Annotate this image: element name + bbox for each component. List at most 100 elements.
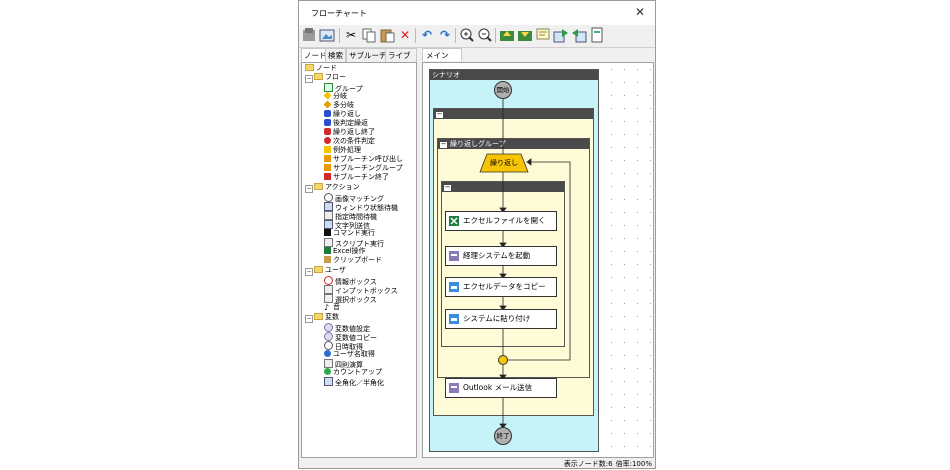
action-launch-system[interactable]: 経理システムを起動 bbox=[445, 246, 557, 266]
collapse-icon[interactable]: − bbox=[305, 75, 313, 83]
node-tree: ノード − フロー グループ 分岐 多分岐 繰り返し 後判定繰返 繰り返し終了 … bbox=[301, 62, 417, 458]
loop-icon bbox=[324, 110, 331, 117]
window-wait-icon bbox=[324, 202, 333, 211]
timer-icon bbox=[324, 211, 333, 220]
tree-item[interactable]: 次の条件判定 bbox=[324, 137, 375, 146]
loop-node-label: 繰り返し bbox=[490, 159, 518, 167]
tree-item[interactable]: ♪ 音 bbox=[324, 303, 340, 312]
tree-item[interactable]: 全角化／半角化 bbox=[324, 377, 384, 387]
copy-icon[interactable] bbox=[361, 27, 377, 43]
action-open-excel[interactable]: エクセルファイルを開く bbox=[445, 211, 557, 231]
group-icon bbox=[324, 83, 333, 92]
folder-icon bbox=[314, 313, 323, 320]
tab-main[interactable]: メイン bbox=[422, 48, 462, 61]
redo-icon[interactable]: ↷ bbox=[437, 27, 453, 43]
text-send-icon bbox=[324, 220, 333, 229]
variable-set-icon bbox=[324, 323, 333, 332]
undo-icon[interactable]: ↶ bbox=[419, 27, 435, 43]
tree-item[interactable]: サブルーチン呼び出し bbox=[324, 155, 403, 164]
tree-folder-user[interactable]: ユーザ bbox=[314, 266, 346, 275]
end-node[interactable]: 終了 bbox=[494, 427, 512, 445]
count-up-icon bbox=[324, 368, 331, 375]
open-icon[interactable] bbox=[319, 27, 335, 43]
post-loop-icon bbox=[324, 119, 331, 126]
new-icon[interactable] bbox=[301, 27, 317, 43]
collapse-icon[interactable]: − bbox=[305, 185, 313, 193]
tree-item[interactable]: 多分岐 bbox=[323, 100, 354, 110]
tree-item[interactable]: コマンド実行 bbox=[324, 229, 375, 238]
tree-item[interactable]: 日時取得 bbox=[324, 341, 363, 351]
tree-item[interactable]: カウントアップ bbox=[324, 368, 382, 377]
image-match-icon bbox=[324, 193, 333, 202]
script-icon bbox=[449, 251, 459, 261]
music-note-icon: ♪ bbox=[324, 303, 330, 312]
tree-item[interactable]: 変数値設定 bbox=[324, 323, 370, 333]
tree-item[interactable]: 文字列送信 bbox=[324, 220, 370, 230]
tree-item[interactable]: 後判定繰返 bbox=[324, 119, 368, 128]
subroutine-group-icon bbox=[324, 164, 331, 171]
excel-icon bbox=[449, 216, 459, 226]
tree-item[interactable]: 選択ボックス bbox=[324, 294, 377, 304]
tree-item[interactable]: 変数値コピー bbox=[324, 332, 377, 342]
select-box-icon bbox=[324, 294, 333, 303]
paste-icon[interactable] bbox=[379, 27, 395, 43]
title-bar: フローチャート ✕ bbox=[299, 1, 655, 25]
action-copy-excel-data[interactable]: エクセルデータをコピー bbox=[445, 277, 557, 297]
start-node[interactable]: 開始 bbox=[494, 81, 512, 99]
tree-item[interactable]: サブルーチン終了 bbox=[324, 173, 389, 182]
tree-item[interactable]: ウィンドウ状態待機 bbox=[324, 202, 398, 212]
tree-folder-flow[interactable]: フロー bbox=[314, 73, 346, 82]
tree-item[interactable]: Excel操作 bbox=[324, 247, 366, 256]
tree-item[interactable]: 指定時間待機 bbox=[324, 211, 377, 221]
cut-icon[interactable]: ✂ bbox=[343, 27, 359, 43]
tree-item[interactable]: 画像マッチング bbox=[324, 193, 384, 203]
folder-icon bbox=[314, 73, 323, 80]
delete-icon[interactable]: ✕ bbox=[397, 27, 413, 43]
subroutine-call-icon bbox=[324, 155, 331, 162]
script-icon bbox=[324, 238, 333, 247]
tree-item[interactable]: 繰り返し終了 bbox=[324, 128, 375, 137]
tree-root[interactable]: ノード bbox=[305, 64, 337, 73]
clock-icon bbox=[324, 341, 333, 350]
tree-item[interactable]: クリップボード bbox=[324, 256, 382, 265]
collapse-icon[interactable]: − bbox=[305, 268, 313, 276]
comment-icon[interactable] bbox=[535, 27, 551, 43]
tab-library[interactable]: ライブラリ bbox=[385, 48, 417, 73]
tree-item[interactable]: 例外処理 bbox=[324, 146, 361, 155]
node-count: 表示ノード数:6 bbox=[563, 460, 613, 468]
tree-folder-variable[interactable]: 変数 bbox=[314, 313, 339, 322]
page-icon[interactable] bbox=[589, 27, 605, 43]
tree-item[interactable]: サブルーチングループ bbox=[324, 164, 403, 173]
flow-canvas[interactable]: シナリオ − − 繰り返しグループ − 開始 終了 繰り返し エクセルファイルを… bbox=[422, 62, 654, 458]
calculator-icon bbox=[324, 359, 333, 368]
tree-item[interactable]: グループ bbox=[324, 83, 363, 93]
tree-item[interactable]: 繰り返し bbox=[324, 110, 361, 119]
window-title: フローチャート bbox=[311, 9, 367, 18]
loop-end-node[interactable] bbox=[498, 355, 508, 365]
keyboard-icon bbox=[449, 282, 459, 292]
next-condition-icon bbox=[324, 137, 331, 144]
tab-search[interactable]: 検索 bbox=[325, 48, 346, 62]
width-convert-icon bbox=[324, 377, 333, 386]
folder-icon bbox=[305, 64, 314, 71]
zoom-out-icon[interactable] bbox=[477, 27, 493, 43]
tree-item[interactable]: ユーザ名取得 bbox=[324, 350, 375, 359]
collapse-icon[interactable]: − bbox=[305, 315, 313, 323]
tree-item[interactable]: 情報ボックス bbox=[324, 276, 377, 286]
tree-folder-action[interactable]: アクション bbox=[314, 183, 360, 192]
export-icon[interactable] bbox=[499, 27, 515, 43]
upload-icon[interactable] bbox=[553, 27, 569, 43]
action-paste-to-system[interactable]: システムに貼り付け bbox=[445, 309, 557, 329]
status-bar: 表示ノード数:6 倍率:100% bbox=[299, 459, 655, 470]
tree-item[interactable]: スクリプト実行 bbox=[324, 238, 384, 248]
action-outlook-mail[interactable]: Outlook メール送信 bbox=[445, 378, 557, 398]
import-icon[interactable] bbox=[517, 27, 533, 43]
tree-item[interactable]: インプットボックス bbox=[324, 285, 398, 295]
keyboard-icon bbox=[449, 314, 459, 324]
multi-branch-icon bbox=[323, 100, 332, 109]
zoom-in-icon[interactable] bbox=[459, 27, 475, 43]
tree-item[interactable]: 四則演算 bbox=[324, 359, 363, 369]
excel-icon bbox=[324, 247, 331, 254]
close-button[interactable]: ✕ bbox=[635, 5, 645, 19]
download-icon[interactable] bbox=[571, 27, 587, 43]
